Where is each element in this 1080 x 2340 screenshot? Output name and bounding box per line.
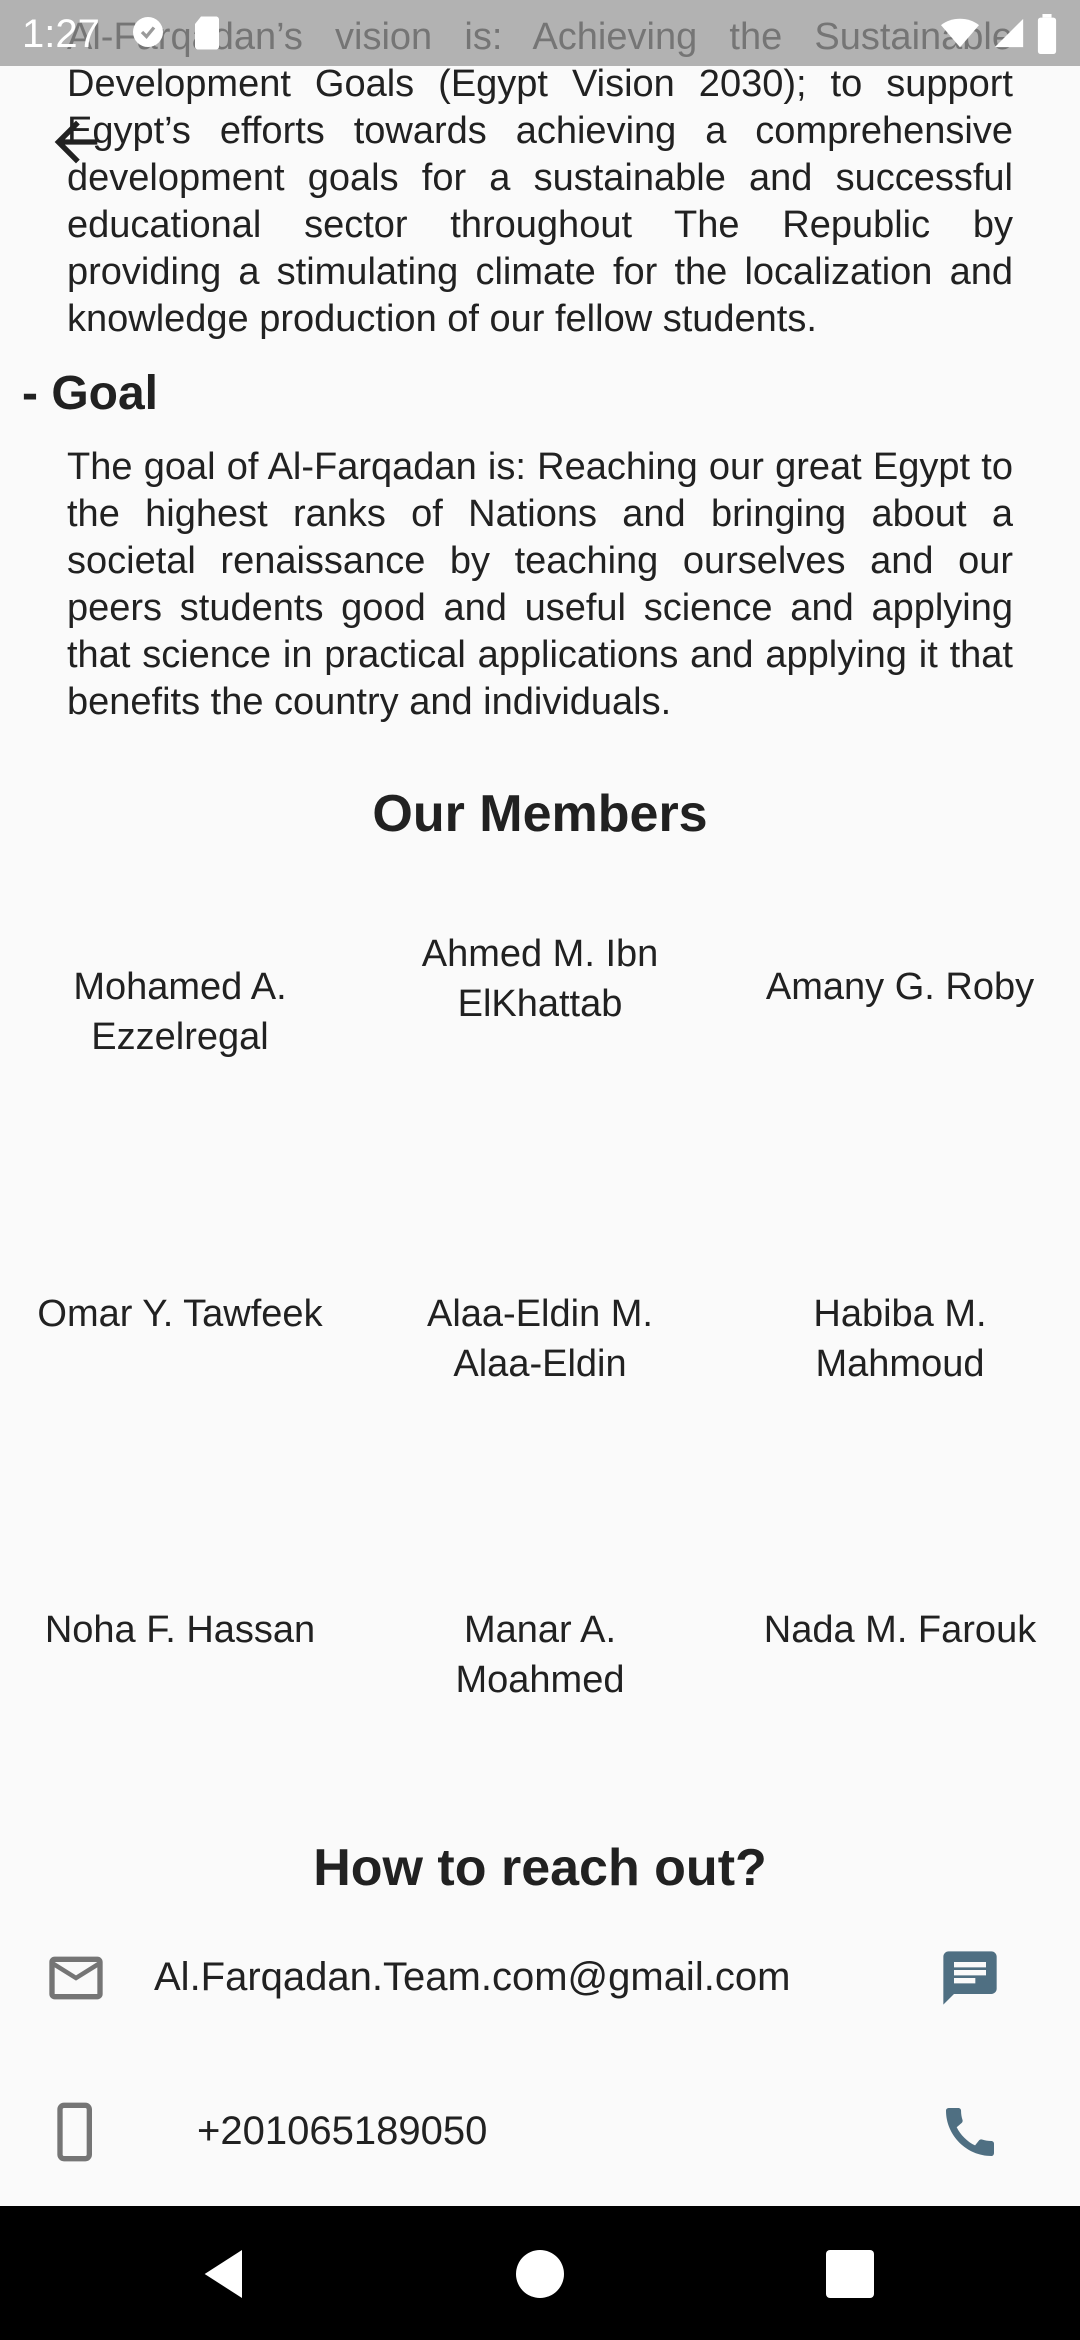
mail-outline-icon — [49, 1956, 103, 2000]
member-card[interactable]: Ahmed M. Ibn ElKhattab — [390, 929, 690, 1029]
member-card[interactable]: Habiba M. Mahmoud — [750, 1289, 1050, 1389]
member-card[interactable]: Mohamed A. Ezzelregal — [30, 962, 330, 1062]
goal-heading: - Goal — [22, 367, 159, 420]
nav-home-icon[interactable] — [508, 2242, 572, 2306]
member-card[interactable]: Amany G. Roby — [750, 962, 1050, 1012]
phone-number[interactable]: +201065189050 — [197, 2106, 487, 2156]
battery-icon — [1037, 14, 1057, 54]
member-card[interactable]: Omar Y. Tawfeek — [30, 1289, 330, 1339]
status-time: 1:27 — [22, 12, 100, 56]
nav-recents-icon[interactable] — [818, 2242, 882, 2306]
status-bar: 1:27 — [0, 0, 1080, 66]
sd-card-icon — [195, 16, 219, 50]
wifi-icon — [941, 18, 979, 48]
email-row: Al.Farqadan.Team.com@gmail.com — [0, 1922, 1080, 2032]
notification-icon — [133, 17, 163, 47]
arrow-back-icon[interactable] — [44, 110, 108, 174]
member-card[interactable]: Alaa-Eldin M. Alaa-Eldin — [390, 1289, 690, 1389]
members-title: Our Members — [372, 785, 708, 843]
navigation-bar — [0, 2206, 1080, 2340]
member-card[interactable]: Noha F. Hassan — [30, 1605, 330, 1655]
smartphone-icon — [57, 2102, 92, 2162]
reach-out-title: How to reach out? — [313, 1839, 767, 1897]
call-icon[interactable] — [938, 2100, 1002, 2164]
nav-back-icon[interactable] — [194, 2242, 258, 2306]
goal-paragraph: The goal of Al-Farqadan is: Reaching our… — [67, 446, 1013, 723]
screen: Al-Farqadan’s vision is: Achieving the S… — [0, 0, 1080, 2340]
phone-row: +201065189050 — [0, 2076, 1080, 2186]
message-icon[interactable] — [938, 1946, 1002, 2010]
signal-icon — [994, 18, 1024, 48]
email-address[interactable]: Al.Farqadan.Team.com@gmail.com — [154, 1952, 790, 2002]
member-card[interactable]: Manar A. Moahmed — [390, 1605, 690, 1705]
member-card[interactable]: Nada M. Farouk — [750, 1605, 1050, 1655]
